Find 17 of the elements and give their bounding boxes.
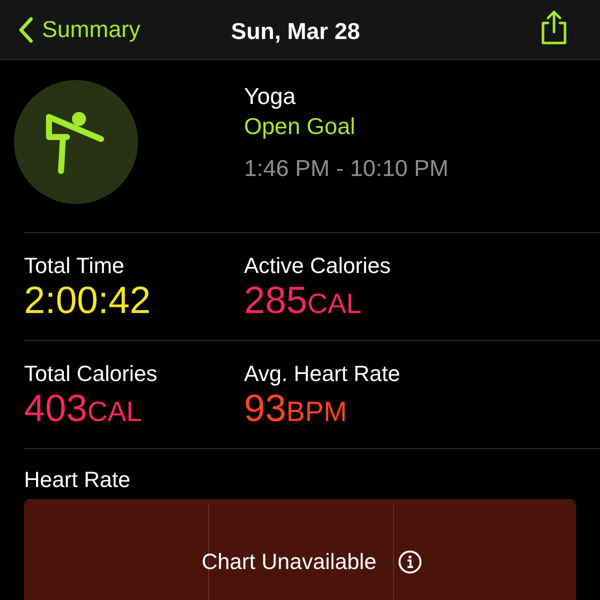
metric-value: 93BPM [244, 387, 347, 432]
metric-label: Total Calories [24, 361, 158, 387]
metric-label: Total Time [24, 253, 126, 279]
info-icon[interactable] [398, 550, 422, 574]
chart-unavailable-message: Chart Unavailable [202, 548, 376, 576]
metric-value: 285CAL [244, 279, 362, 324]
back-button[interactable]: Summary [0, 12, 140, 47]
section-title: Heart Rate [24, 467, 132, 493]
metric-label: Avg. Heart Rate [244, 361, 402, 387]
chevron-left-icon [18, 16, 34, 44]
workout-name: Yoga [244, 82, 297, 111]
screen-title: Sun, Mar 28 [231, 17, 360, 46]
metric-label: Active Calories [244, 253, 392, 279]
metric-value: 403CAL [24, 387, 142, 432]
metric-value: 2:00:42 [24, 279, 151, 324]
time-range: 1:46 PM - 10:10 PM [244, 154, 449, 183]
workout-goal: Open Goal [244, 112, 356, 141]
